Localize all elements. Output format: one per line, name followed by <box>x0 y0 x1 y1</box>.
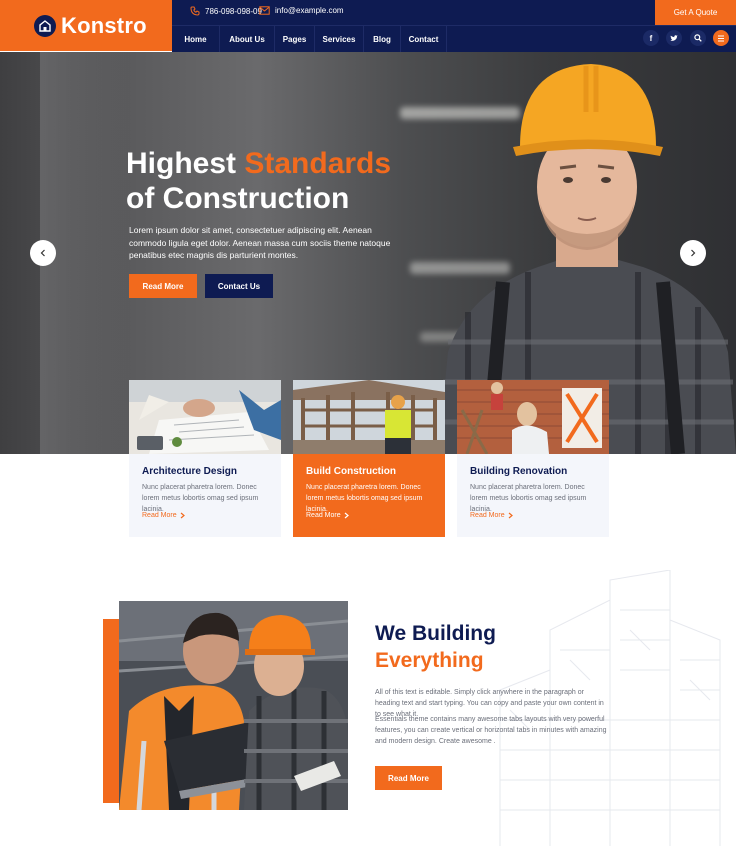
email-address: info@example.com <box>275 6 344 15</box>
email-contact[interactable]: info@example.com <box>259 6 344 15</box>
about-accent-bar <box>103 619 119 803</box>
service-title: Building Renovation <box>470 466 568 477</box>
logo-icon <box>34 14 56 37</box>
top-bar: 786-098-098-09 info@example.com <box>172 0 736 25</box>
phone-number: 786-098-098-09 <box>205 6 262 16</box>
service-title: Architecture Design <box>142 466 238 477</box>
get-quote-button[interactable]: Get A Quote <box>655 0 736 25</box>
about-title-line2: Everything <box>375 649 484 672</box>
service-link-label: Read More <box>306 512 341 519</box>
service-card-construction[interactable]: Build Construction Nunc placerat pharetr… <box>293 380 445 537</box>
hero-title-accent: Standards <box>244 147 392 180</box>
logo[interactable]: Konstro <box>0 0 172 51</box>
service-card-renovation[interactable]: Building Renovation Nunc placerat pharet… <box>457 380 609 537</box>
hero-read-more-button[interactable]: Read More <box>129 274 197 298</box>
about-read-more-button[interactable]: Read More <box>375 766 442 790</box>
service-image-architecture <box>129 380 281 454</box>
mail-icon <box>259 6 270 15</box>
service-card-architecture[interactable]: Architecture Design Nunc placerat pharet… <box>129 380 281 537</box>
page: Konstro 786-098-098-09 info@example.com … <box>0 0 736 846</box>
nav-pages[interactable]: Pages <box>275 26 315 52</box>
hero-contact-button[interactable]: Contact Us <box>205 274 273 298</box>
menu-icon[interactable] <box>713 30 729 46</box>
chevron-left-icon[interactable] <box>30 240 56 266</box>
logo-text: Konstro <box>61 12 147 38</box>
twitter-icon[interactable] <box>666 30 682 46</box>
chevron-right-small-icon <box>180 512 185 519</box>
about-title: We Building Everything <box>375 620 496 674</box>
hero-title: Highest Standards of Construction <box>126 146 391 216</box>
service-link-label: Read More <box>470 512 505 519</box>
phone-icon <box>190 6 200 16</box>
service-read-more-link[interactable]: Read More <box>306 512 349 519</box>
service-image-renovation <box>457 380 609 454</box>
service-text: Nunc placerat pharetra lorem. Donec lore… <box>142 484 259 513</box>
service-text: Nunc placerat pharetra lorem. Donec lore… <box>470 484 587 513</box>
phone-contact[interactable]: 786-098-098-09 <box>190 6 262 16</box>
nav-about-us[interactable]: About Us <box>220 26 275 52</box>
chevron-right-small-icon <box>344 512 349 519</box>
hero-title-line2: of Construction <box>126 182 350 215</box>
about-workers-image <box>119 601 348 810</box>
chevron-right-small-icon <box>508 512 513 519</box>
nav-services[interactable]: Services <box>315 26 364 52</box>
service-image-construction <box>293 380 445 454</box>
facebook-icon[interactable]: f <box>643 30 659 46</box>
hero-description: Lorem ipsum dolor sit amet, consectetuer… <box>129 225 391 260</box>
chevron-right-icon[interactable] <box>680 240 706 266</box>
facebook-glyph: f <box>649 33 653 43</box>
service-read-more-link[interactable]: Read More <box>470 512 513 519</box>
service-text: Nunc placerat pharetra lorem. Donec lore… <box>306 484 423 513</box>
service-title: Build Construction <box>306 466 396 477</box>
service-read-more-link[interactable]: Read More <box>142 512 185 519</box>
nav-contact[interactable]: Contact <box>401 26 447 52</box>
nav-home[interactable]: Home <box>172 26 220 52</box>
service-link-label: Read More <box>142 512 177 519</box>
about-title-line1: We Building <box>375 622 496 645</box>
hero-title-plain: Highest <box>126 147 245 180</box>
nav-blog[interactable]: Blog <box>364 26 401 52</box>
about-paragraph-2: Essentials theme contains many awesome t… <box>375 716 607 745</box>
search-icon[interactable] <box>690 30 706 46</box>
